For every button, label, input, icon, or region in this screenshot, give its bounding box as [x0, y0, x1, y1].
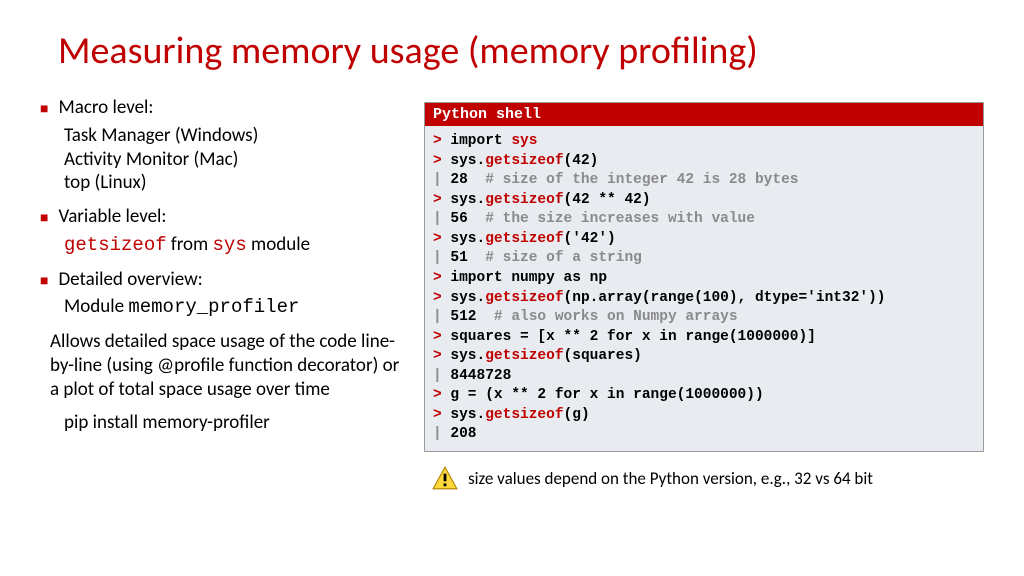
shell-line: | 8448728: [433, 367, 975, 387]
shell-line: > squares = [x ** 2 for x in range(10000…: [433, 328, 975, 348]
right-column: Python shell > import sys> sys.getsizeof…: [424, 102, 984, 490]
left-column: ■ Macro level: Task Manager (Windows) Ac…: [40, 96, 400, 490]
slide: Measuring memory usage (memory profiling…: [0, 0, 1024, 510]
code-token: memory_profiler: [128, 296, 299, 318]
sub-text: Module memory_profiler: [64, 295, 400, 320]
code-token: sys: [213, 234, 247, 256]
line: Task Manager (Windows): [64, 124, 400, 148]
text: from: [167, 233, 213, 256]
shell-header: Python shell: [425, 103, 983, 126]
shell-line: > sys.getsizeof(np.array(range(100), dty…: [433, 289, 975, 309]
shell-line: > import sys: [433, 132, 975, 152]
shell-line: > sys.getsizeof(squares): [433, 347, 975, 367]
footnote: size values depend on the Python version…: [432, 466, 984, 490]
shell-line: > g = (x ** 2 for x in range(1000000)): [433, 386, 975, 406]
footnote-text: size values depend on the Python version…: [468, 468, 873, 489]
shell-line: | 51 # size of a string: [433, 249, 975, 269]
shell-line: | 56 # the size increases with value: [433, 210, 975, 230]
slide-title: Measuring memory usage (memory profiling…: [58, 28, 984, 74]
python-shell-box: Python shell > import sys> sys.getsizeof…: [424, 102, 984, 452]
content-row: ■ Macro level: Task Manager (Windows) Ac…: [40, 96, 984, 490]
bullet-detailed: ■ Detailed overview:: [40, 268, 400, 292]
sub-text: pip install memory-profiler: [64, 411, 400, 435]
bullet-text: Variable level:: [58, 205, 400, 229]
shell-body: > import sys> sys.getsizeof(42)| 28 # si…: [425, 126, 983, 451]
bullet-macro: ■ Macro level:: [40, 96, 400, 120]
shell-line: | 28 # size of the integer 42 is 28 byte…: [433, 171, 975, 191]
square-bullet-icon: ■: [40, 272, 48, 292]
line: Activity Monitor (Mac): [64, 148, 400, 172]
shell-line: > sys.getsizeof(42 ** 42): [433, 191, 975, 211]
bullet-variable: ■ Variable level:: [40, 205, 400, 229]
shell-line: > sys.getsizeof(42): [433, 152, 975, 172]
shell-line: | 208: [433, 425, 975, 445]
sub-text: Task Manager (Windows) Activity Monitor …: [64, 124, 400, 195]
warning-icon: [432, 466, 458, 490]
bullet-text: Macro level:: [58, 96, 400, 120]
paragraph: Allows detailed space usage of the code …: [50, 330, 400, 401]
shell-line: | 512 # also works on Numpy arrays: [433, 308, 975, 328]
square-bullet-icon: ■: [40, 209, 48, 229]
text: module: [247, 233, 310, 256]
text: Module: [64, 295, 128, 318]
line: top (Linux): [64, 171, 400, 195]
sub-text: getsizeof from sys module: [64, 233, 400, 258]
shell-line: > import numpy as np: [433, 269, 975, 289]
shell-line: > sys.getsizeof('42'): [433, 230, 975, 250]
shell-line: > sys.getsizeof(g): [433, 406, 975, 426]
square-bullet-icon: ■: [40, 100, 48, 120]
code-token: getsizeof: [64, 234, 167, 256]
bullet-text: Detailed overview:: [58, 268, 400, 292]
